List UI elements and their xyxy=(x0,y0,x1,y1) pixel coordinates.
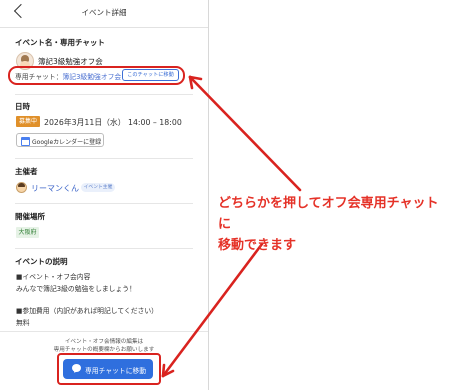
annotation-line: 移動できます xyxy=(218,238,297,253)
annotation-text: どちらかを押してオフ会専用チャットに 移動できます xyxy=(218,193,446,256)
annotation-line: どちらかを押してオフ会専用チャットに xyxy=(218,196,439,232)
arrow-to-chat-row xyxy=(188,75,302,192)
arrow-to-chat-button xyxy=(161,242,264,378)
